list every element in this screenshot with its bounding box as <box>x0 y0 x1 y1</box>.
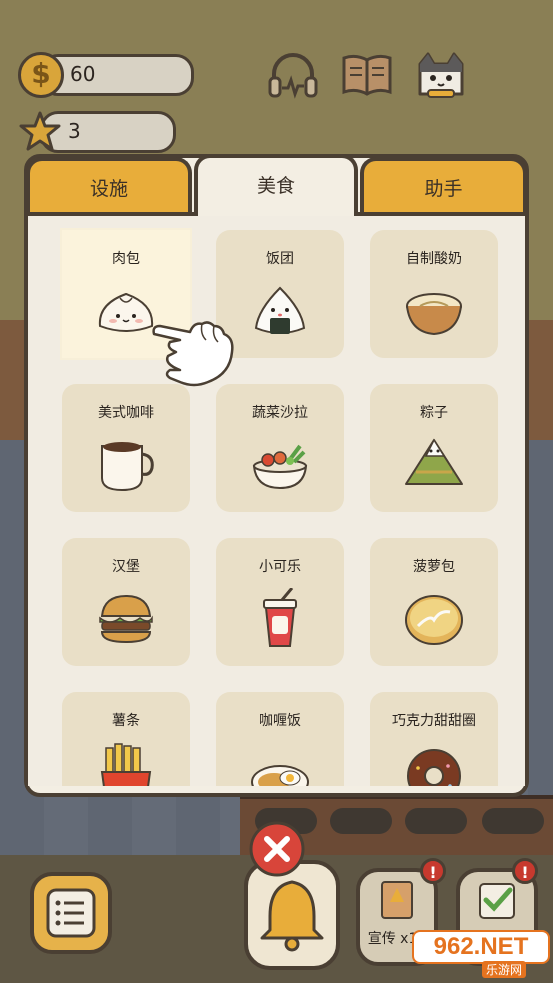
tab-assistant-label: 助手 <box>424 178 463 200</box>
steamed-bun-icon <box>98 292 154 332</box>
coin-symbol: $ <box>31 57 51 90</box>
book-icon[interactable] <box>340 50 394 100</box>
food-card-burger[interactable]: 汉堡 <box>62 538 190 666</box>
food-card-coffee[interactable]: 美式咖啡 <box>62 384 190 512</box>
promote-alert-badge: ! <box>420 858 446 884</box>
fries-icon <box>100 743 152 786</box>
flyer-icon <box>381 881 413 919</box>
bell-icon <box>260 880 324 952</box>
tab-food[interactable]: 美食 <box>194 154 358 218</box>
counter-slot <box>405 808 467 834</box>
watermark-main-text: 962.NET <box>412 930 550 964</box>
burger-icon <box>99 594 153 644</box>
food-card-fries[interactable]: 薯条 <box>62 692 190 786</box>
food-card-label: 美式咖啡 <box>98 405 154 421</box>
food-card-label: 汉堡 <box>112 559 140 575</box>
tab-assistant[interactable]: 助手 <box>360 157 527 215</box>
star-value: 3 <box>68 119 81 143</box>
food-card-pineapple-bun[interactable]: 菠萝包 <box>370 538 498 666</box>
watermark-sub-text: 乐游网 <box>482 961 527 978</box>
coin-icon: $ <box>18 52 64 98</box>
tab-food-label: 美食 <box>256 175 295 197</box>
pointer-hand-icon <box>152 321 234 387</box>
food-card-label: 肉包 <box>112 251 140 267</box>
food-card-label: 菠萝包 <box>413 559 455 575</box>
food-card-label: 粽子 <box>420 405 448 421</box>
food-card-salad[interactable]: 蔬菜沙拉 <box>216 384 344 512</box>
pineapple-bun-icon <box>405 595 463 645</box>
food-card-yogurt[interactable]: 自制酸奶 <box>370 230 498 358</box>
coin-value: 60 <box>70 62 96 86</box>
food-card-chocolate-donut[interactable]: 巧克力甜甜圈 <box>370 692 498 786</box>
food-grid[interactable]: 肉包 饭团 自制酸奶 美式咖啡 蔬菜沙拉 粽子 汉堡 小可乐 菠萝包 薯条 咖喱… <box>28 216 525 786</box>
cola-icon <box>263 588 297 647</box>
chocolate-donut-icon <box>407 749 461 786</box>
food-card-label: 自制酸奶 <box>406 251 462 267</box>
food-card-label: 巧克力甜甜圈 <box>392 713 476 729</box>
food-card-curry-rice[interactable]: 咖喱饭 <box>216 692 344 786</box>
site-watermark: 962.NET 乐游网 <box>412 930 550 980</box>
food-card-label: 小可乐 <box>259 559 301 575</box>
tab-facilities-label: 设施 <box>89 178 128 200</box>
task-alert-badge: ! <box>512 858 538 884</box>
menu-list-button[interactable] <box>30 872 112 954</box>
star-icon <box>19 111 61 151</box>
list-icon <box>46 888 96 938</box>
food-card-label: 饭团 <box>266 251 294 267</box>
yogurt-icon <box>406 293 462 336</box>
zongzi-icon <box>405 438 463 485</box>
salad-icon <box>252 444 308 490</box>
counter-slot <box>482 808 544 834</box>
headphones-icon[interactable] <box>266 50 320 100</box>
tab-facilities[interactable]: 设施 <box>26 157 192 215</box>
coffee-cup-icon <box>101 442 154 492</box>
curry-rice-icon <box>251 765 309 786</box>
cat-avatar-icon[interactable] <box>414 50 468 100</box>
food-card-label: 咖喱饭 <box>259 713 301 729</box>
food-card-cola[interactable]: 小可乐 <box>216 538 344 666</box>
food-card-label: 蔬菜沙拉 <box>252 405 308 421</box>
food-card-label: 薯条 <box>112 713 140 729</box>
counter-slot <box>330 808 392 834</box>
close-button[interactable] <box>248 820 306 878</box>
rice-ball-icon <box>254 286 306 334</box>
food-card-zongzi[interactable]: 粽子 <box>370 384 498 512</box>
